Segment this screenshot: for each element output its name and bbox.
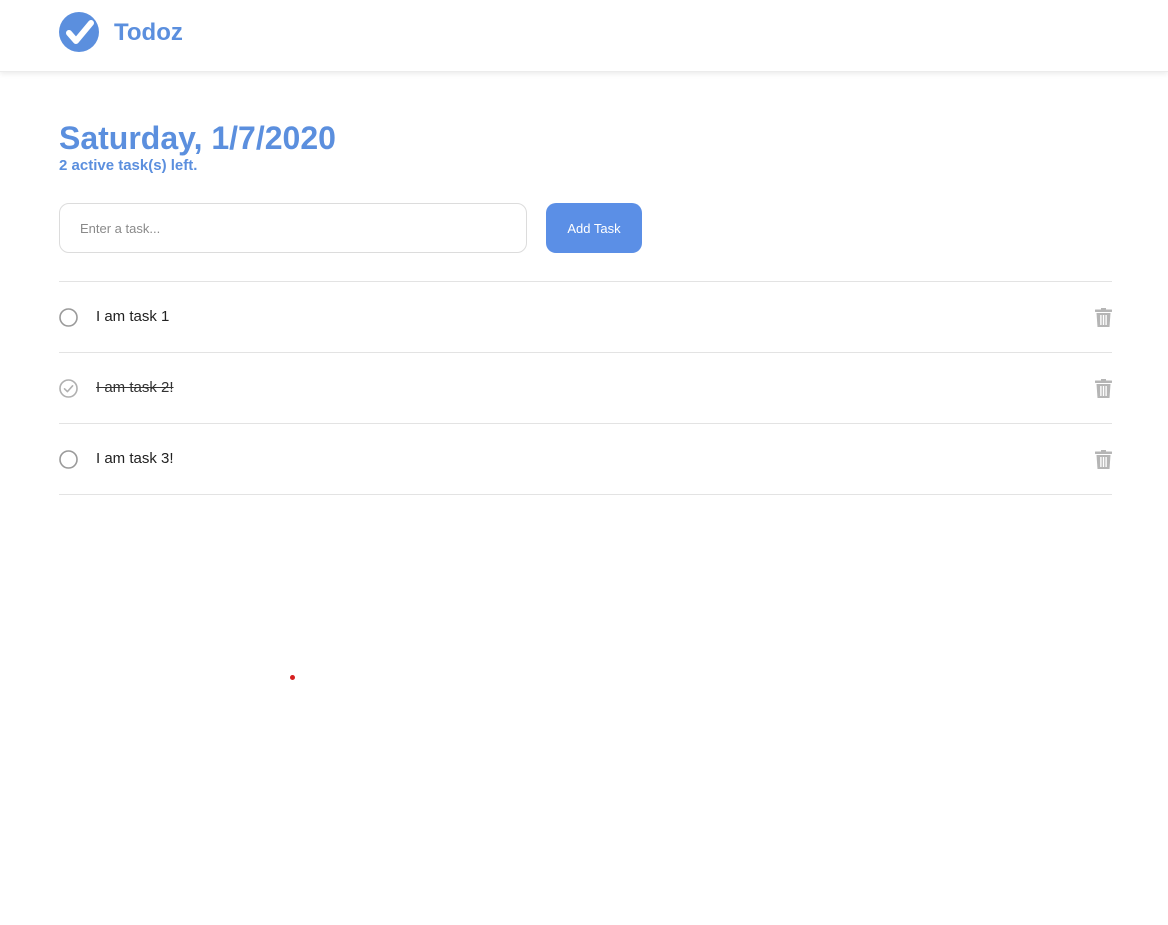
active-task-count: 2 active task(s) left.	[59, 157, 198, 174]
task-label[interactable]: I am task 2!	[96, 378, 174, 398]
task-list: I am task 1 I am task 2! I am task 3!	[59, 281, 1112, 495]
checked-circle-icon[interactable]	[59, 379, 78, 398]
add-task-button[interactable]: Add Task	[546, 203, 642, 253]
task-input[interactable]	[59, 203, 527, 253]
task-label[interactable]: I am task 3!	[96, 449, 174, 469]
trash-icon[interactable]	[1095, 450, 1112, 469]
trash-icon[interactable]	[1095, 308, 1112, 327]
task-row: I am task 1	[59, 282, 1112, 353]
check-circle-icon[interactable]	[59, 12, 99, 52]
trash-icon[interactable]	[1095, 379, 1112, 398]
page-title: Saturday, 1/7/2020	[59, 120, 336, 156]
task-row: I am task 3!	[59, 424, 1112, 495]
task-label[interactable]: I am task 1	[96, 307, 169, 327]
app-header: Todoz	[0, 0, 1168, 72]
unchecked-circle-icon[interactable]	[59, 308, 78, 327]
mouse-cursor-marker	[290, 675, 295, 680]
brand-title[interactable]: Todoz	[114, 17, 183, 49]
unchecked-circle-icon[interactable]	[59, 450, 78, 469]
task-row: I am task 2!	[59, 353, 1112, 424]
